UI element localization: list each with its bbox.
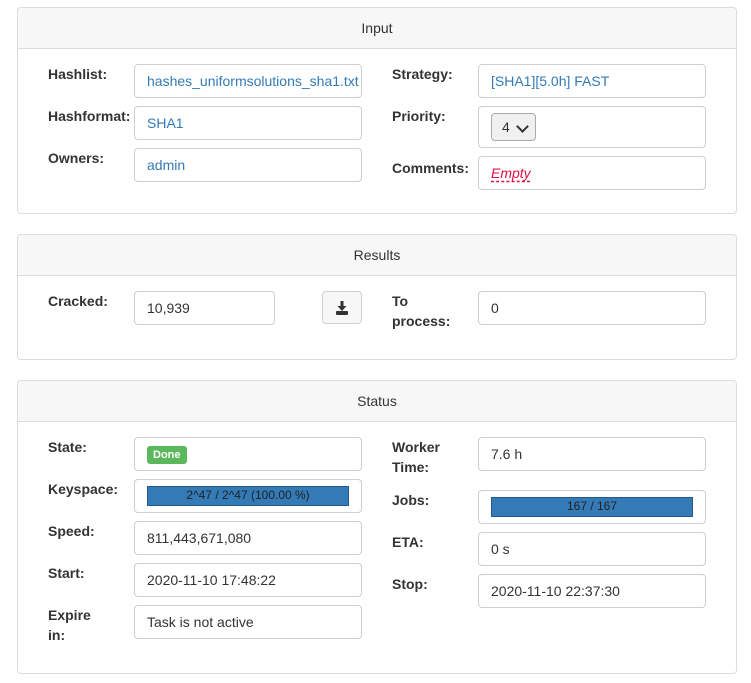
comments-label: Comments: — [392, 160, 470, 176]
priority-select[interactable]: 4 — [491, 113, 536, 141]
comments-box: Empty — [478, 156, 706, 190]
expire-value: Task is not active — [134, 605, 362, 639]
owners-value[interactable]: admin — [134, 148, 362, 182]
jobs-progress: 167 / 167 — [491, 497, 693, 517]
owners-label: Owners: — [48, 150, 105, 166]
status-badge: Done — [147, 446, 187, 465]
speed-label: Speed: — [48, 523, 95, 539]
state-label: State: — [48, 439, 87, 455]
hashformat-value: SHA1 — [134, 106, 362, 140]
status-card: Status State: Done Keyspace: 2^47 / 2^47… — [17, 380, 737, 674]
results-card-header: Results — [18, 235, 736, 276]
results-card: Results Cracked: 10,939 To process: 0 — [17, 234, 737, 360]
start-label: Start: — [48, 565, 85, 581]
hashformat-label: Hashformat: — [48, 108, 131, 124]
comments-editable[interactable]: Empty — [491, 165, 531, 181]
keyspace-progress: 2^47 / 2^47 (100.00 %) — [147, 486, 349, 506]
jobs-label: Jobs: — [392, 492, 430, 508]
start-value: 2020-11-10 17:48:22 — [134, 563, 362, 597]
priority-label: Priority: — [392, 108, 446, 124]
download-button[interactable] — [322, 291, 362, 324]
priority-selected-value: 4 — [502, 119, 510, 135]
download-icon — [336, 301, 348, 315]
input-card: Input Hashlist: hashes_uniformsolutions_… — [17, 7, 737, 214]
to-process-value: 0 — [478, 291, 706, 325]
strategy-value[interactable]: [SHA1][5.0h] FAST — [478, 64, 706, 98]
worker-time-label: Worker Time: — [392, 439, 440, 475]
keyspace-progress-text: 2^47 / 2^47 (100.00 %) — [186, 488, 310, 502]
hashlist-label: Hashlist: — [48, 66, 108, 82]
status-card-header: Status — [18, 381, 736, 422]
chevron-down-icon — [516, 120, 529, 133]
stop-value: 2020-11-10 22:37:30 — [478, 574, 706, 608]
worker-time-value: 7.6 h — [478, 437, 706, 471]
eta-value: 0 s — [478, 532, 706, 566]
hashlist-link[interactable]: hashes_uniformsolutions_sha1.txt — [134, 64, 362, 98]
cracked-value: 10,939 — [134, 291, 275, 325]
strategy-label: Strategy: — [392, 66, 453, 82]
speed-value: 811,443,671,080 — [134, 521, 362, 555]
eta-label: ETA: — [392, 534, 424, 550]
stop-label: Stop: — [392, 576, 428, 592]
expire-label: Expire in: — [48, 607, 91, 643]
state-box: Done — [134, 437, 362, 471]
keyspace-label: Keyspace: — [48, 481, 119, 497]
cracked-label: Cracked: — [48, 293, 108, 309]
input-card-header: Input — [18, 8, 736, 49]
jobs-progress-text: 167 / 167 — [566, 499, 618, 513]
to-process-label: To process: — [392, 293, 451, 329]
